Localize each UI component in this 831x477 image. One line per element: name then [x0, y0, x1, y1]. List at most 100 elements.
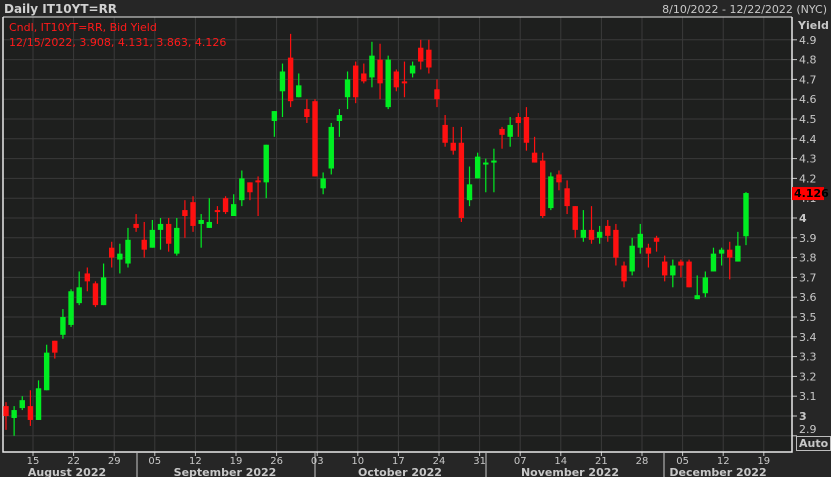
- candle-down: [678, 261, 684, 266]
- candle-up: [19, 400, 25, 409]
- candle-down: [434, 89, 440, 100]
- candle-up: [230, 204, 237, 217]
- x-tick-label: 03: [311, 456, 324, 467]
- candle-down: [458, 142, 465, 218]
- last-price-label: 4.126: [794, 187, 829, 200]
- y-tick-label: 4.6: [799, 93, 817, 106]
- candle-up: [507, 124, 513, 137]
- y-tick-label: 4: [799, 212, 807, 225]
- candle-up: [735, 245, 741, 262]
- candle-up: [320, 178, 326, 189]
- candle-down: [182, 210, 188, 217]
- candle-down: [52, 340, 58, 353]
- candle-down: [572, 206, 578, 230]
- x-tick-label: 29: [108, 456, 121, 467]
- candle-down: [556, 174, 562, 183]
- candle-up: [466, 184, 473, 201]
- candle-down: [645, 247, 652, 254]
- y-tick-label: 4.8: [799, 54, 817, 67]
- legend-series: Cndl, IT10YT=RR, Bid Yield: [9, 21, 157, 34]
- y-tick-label: 4.7: [799, 73, 817, 86]
- month-label: November 2022: [521, 466, 619, 477]
- candle-down: [190, 202, 196, 226]
- candle-up: [483, 162, 489, 165]
- candle-down: [426, 49, 432, 68]
- candle-down: [523, 117, 530, 143]
- candle-down: [727, 249, 733, 258]
- candle-up: [263, 144, 269, 183]
- y-tick-label: 3.1: [799, 390, 817, 403]
- y-tick-label: 4.3: [799, 153, 817, 166]
- candle-up: [149, 229, 156, 248]
- candle-down: [109, 247, 115, 258]
- legend-values: 12/15/2022, 3.908, 4.131, 3.863, 4.126: [9, 36, 227, 49]
- candle-down: [661, 261, 668, 276]
- candle-up: [125, 239, 131, 264]
- y-tick-label: 4.9: [799, 34, 817, 47]
- candle-down: [92, 283, 99, 306]
- y-tick-label: 3.6: [799, 291, 817, 304]
- candle-up: [279, 71, 286, 92]
- candle-down: [377, 59, 383, 84]
- y-tick-label: 3.2: [799, 370, 817, 383]
- y-tick-label: 3.8: [799, 252, 817, 265]
- candle-down: [133, 223, 139, 228]
- candle-up: [369, 55, 375, 78]
- candle-down: [214, 210, 221, 213]
- candle-up: [385, 59, 391, 108]
- candle-up: [694, 295, 700, 300]
- candle-up: [157, 223, 164, 230]
- candle-down: [3, 406, 9, 416]
- y-tick-label: 3.4: [799, 331, 817, 344]
- candle-down: [621, 265, 627, 282]
- candle-up: [35, 388, 42, 420]
- month-label: December 2022: [669, 466, 766, 477]
- candle-down: [141, 239, 147, 250]
- candle-up: [474, 156, 481, 179]
- candle-up: [336, 115, 343, 121]
- candle-down: [352, 65, 359, 98]
- candlestick-chart[interactable]: 4.94.84.74.64.54.44.34.24.143.93.83.73.6…: [0, 0, 831, 477]
- candle-up: [344, 79, 351, 98]
- x-tick-label: 05: [148, 456, 161, 467]
- y-tick-label: 3.3: [799, 351, 817, 364]
- candle-down: [499, 128, 505, 135]
- y-tick-label: 2.9: [799, 423, 817, 436]
- y-tick-label: 3.7: [799, 271, 817, 284]
- x-tick-label: 31: [473, 456, 486, 467]
- candle-up: [702, 277, 709, 294]
- candle-down: [222, 198, 229, 213]
- candle-down: [401, 81, 408, 84]
- candle-down: [605, 225, 611, 236]
- candle-up: [743, 193, 749, 237]
- candle-down: [393, 71, 400, 88]
- candle-up: [580, 229, 587, 238]
- candle-down: [27, 406, 34, 420]
- candle-down: [564, 188, 570, 207]
- candle-down: [450, 142, 456, 151]
- candle-down: [531, 152, 538, 163]
- auto-scale-button[interactable]: Auto: [796, 436, 831, 451]
- candle-up: [596, 231, 603, 238]
- candle-up: [100, 277, 107, 306]
- candle-down: [588, 229, 595, 240]
- candle-up: [117, 253, 123, 260]
- candle-up: [710, 253, 717, 272]
- candle-up: [271, 111, 278, 121]
- candle-up: [174, 227, 180, 254]
- candle-down: [247, 182, 253, 193]
- candle-down: [255, 180, 261, 183]
- candle-down: [540, 160, 546, 217]
- candle-down: [304, 109, 310, 118]
- candle-down: [613, 229, 619, 258]
- candle-up: [670, 265, 676, 276]
- candle-down: [287, 57, 294, 102]
- candle-up: [409, 65, 416, 74]
- y-tick-label: 3.5: [799, 311, 817, 324]
- month-label: August 2022: [28, 466, 106, 477]
- candle-down: [84, 273, 91, 282]
- month-label: September 2022: [174, 466, 277, 477]
- candle-down: [653, 237, 660, 242]
- candle-up: [60, 317, 66, 335]
- y-tick-label: 4.2: [799, 172, 817, 185]
